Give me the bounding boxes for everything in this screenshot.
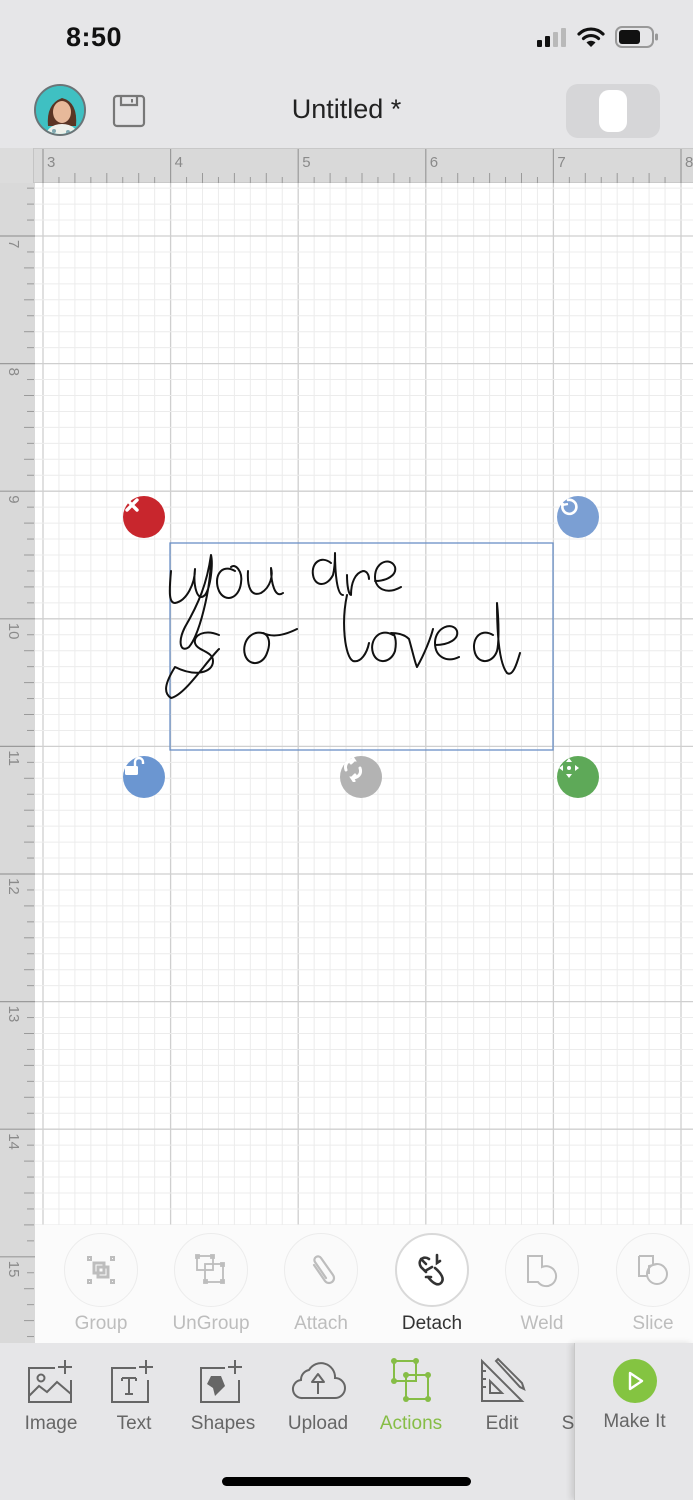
- paperclip-icon: [312, 1255, 336, 1285]
- cloud-upload-icon: [292, 1362, 346, 1400]
- make-it-panel: Make It: [574, 1343, 693, 1500]
- tool-shapes[interactable]: Shapes: [183, 1357, 263, 1435]
- rotate-icon: [559, 498, 578, 516]
- slice-icon: [638, 1255, 668, 1285]
- horizontal-ruler: 3 4 5 6 7 8: [0, 148, 693, 184]
- vertical-ruler: 7 8 9 10 11 12 13 14 15: [0, 183, 35, 1369]
- ruler-label: 13: [5, 1006, 22, 1023]
- actions-icon: [391, 1358, 431, 1402]
- tool-upload[interactable]: Upload: [278, 1357, 358, 1435]
- ruler-label: 4: [175, 154, 183, 171]
- close-icon: [125, 498, 139, 512]
- actions-panel: Group UnGroup Attach Detach Weld Slice: [35, 1225, 693, 1343]
- ruler-corner: [0, 148, 34, 183]
- wifi-icon: [577, 27, 605, 47]
- action-detach[interactable]: Detach: [392, 1233, 472, 1335]
- sync-icon: [544, 1357, 574, 1405]
- make-it-button[interactable]: [613, 1359, 657, 1403]
- flip-handle[interactable]: [340, 756, 382, 798]
- design-text[interactable]: [165, 552, 521, 699]
- ruler-label: 3: [47, 154, 55, 171]
- toggle-knob[interactable]: [599, 90, 627, 132]
- design-layer: [165, 542, 554, 751]
- move-icon: [559, 758, 579, 778]
- ruler-label: 6: [430, 154, 438, 171]
- action-weld[interactable]: Weld: [502, 1233, 582, 1335]
- lock-handle[interactable]: [123, 756, 165, 798]
- tool-actions[interactable]: Actions: [371, 1357, 451, 1435]
- unlock-icon: [125, 756, 145, 775]
- design-canvas[interactable]: [35, 183, 693, 1225]
- action-group[interactable]: Group: [61, 1233, 141, 1335]
- status-time: 8:50: [66, 22, 123, 52]
- battery-icon: [615, 26, 658, 48]
- ungroup-icon: [195, 1254, 225, 1284]
- cellular-signal-icon: [537, 28, 566, 47]
- action-ungroup[interactable]: UnGroup: [171, 1233, 251, 1335]
- ruler-label: 8: [685, 154, 693, 171]
- save-button[interactable]: [112, 94, 146, 128]
- tool-image[interactable]: Image: [11, 1357, 91, 1435]
- ruler-label: 7: [5, 240, 22, 248]
- ruler-label: 8: [5, 368, 22, 376]
- tool-text[interactable]: Text: [94, 1357, 174, 1435]
- text-add-icon: [111, 1360, 153, 1403]
- tool-sync[interactable]: S: [528, 1357, 574, 1435]
- toolbar-scroll: Image Text Shapes Upload Actions Edit S: [0, 1343, 574, 1443]
- ruler-label: 7: [557, 154, 565, 171]
- status-icons: [537, 26, 659, 48]
- avatar-image: [36, 86, 84, 134]
- detach-icon: [418, 1253, 444, 1286]
- move-handle[interactable]: [557, 756, 599, 798]
- shapes-add-icon: [200, 1360, 242, 1403]
- image-add-icon: [28, 1360, 72, 1403]
- ruler-label: 5: [302, 154, 310, 171]
- flip-icon: [344, 756, 362, 782]
- status-bar: 8:50: [0, 0, 693, 76]
- group-icon: [87, 1256, 115, 1284]
- action-attach[interactable]: Attach: [281, 1233, 361, 1335]
- delete-handle[interactable]: [123, 496, 165, 538]
- ruler-label: 14: [5, 1133, 22, 1150]
- ruler-label: 11: [5, 750, 22, 766]
- ruler-label: 12: [5, 878, 22, 895]
- profile-avatar[interactable]: [34, 84, 86, 136]
- edit-ruler-icon: [481, 1357, 526, 1402]
- ruler-label: 15: [5, 1261, 22, 1278]
- home-indicator[interactable]: [222, 1477, 471, 1486]
- action-slice[interactable]: Slice: [613, 1233, 693, 1335]
- app-header: Untitled *: [0, 76, 693, 148]
- view-toggle[interactable]: [566, 84, 660, 138]
- selection-box[interactable]: [169, 542, 554, 751]
- ruler-label: 10: [5, 623, 22, 640]
- save-icon: [112, 94, 146, 128]
- ruler-label: 9: [5, 495, 22, 503]
- weld-icon: [527, 1255, 558, 1288]
- play-icon: [628, 1371, 644, 1391]
- app-screen: 8:50 Untitled * 3 4 5 6 7 8 7 8 9 10 11 …: [0, 0, 693, 1500]
- make-it-label[interactable]: Make It: [575, 1411, 693, 1433]
- rotate-handle[interactable]: [557, 496, 599, 538]
